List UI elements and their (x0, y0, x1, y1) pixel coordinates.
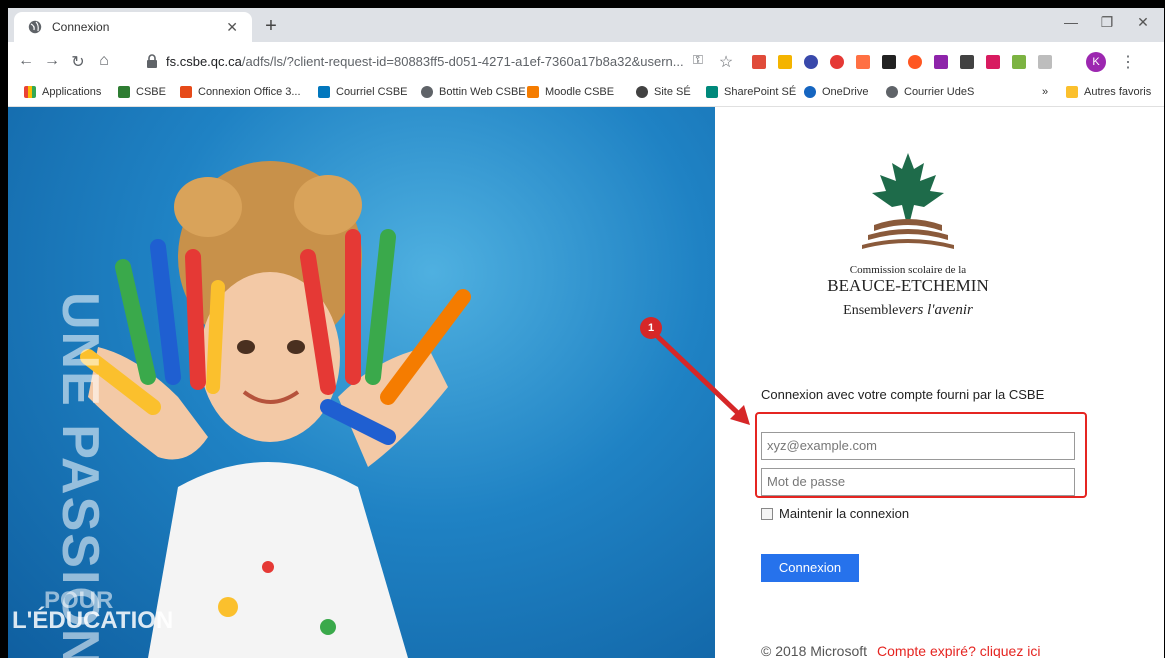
hero-education: L'ÉDUCATION (12, 607, 174, 634)
globe-icon (28, 20, 42, 34)
new-tab-button[interactable]: + (260, 15, 282, 38)
bookmark-item[interactable]: SharePoint SÉ (706, 86, 796, 98)
page-content: UNE PASSION POUR L'ÉDUCATION Commission … (8, 107, 1164, 658)
maple-leaf-book-logo-icon (862, 153, 954, 249)
lock-icon (147, 54, 157, 68)
url-text: fs.csbe.qc.ca/adfs/ls/?client-request-id… (166, 54, 684, 69)
extension-icon[interactable] (856, 55, 870, 69)
bookmark-other-folder[interactable]: Autres favoris (1066, 86, 1151, 98)
extension-icon[interactable] (804, 55, 818, 69)
moodle-icon (527, 86, 539, 98)
bookmark-label: SharePoint SÉ (724, 86, 797, 98)
logo-tagline: Ensemblevers l'avenir (808, 302, 1008, 319)
bookmark-item[interactable]: Courrier UdeS (886, 86, 974, 98)
bookmark-label: OneDrive (822, 86, 869, 98)
bookmark-label: Autres favoris (1084, 86, 1152, 98)
tab-connexion[interactable]: Connexion ✕ (14, 12, 252, 42)
office-icon (180, 86, 192, 98)
expired-account-link[interactable]: Compte expiré? cliquez ici (877, 643, 1040, 658)
bookmark-label: CSBE (136, 86, 166, 98)
key-icon[interactable]: ⚿ (688, 52, 708, 68)
tab-title: Connexion (52, 20, 110, 34)
logo-line2: BEAUCE-ETCHEMIN (827, 276, 989, 295)
bookmark-item[interactable]: Bottin Web CSBE (421, 86, 526, 98)
annotation-arrow-icon (654, 333, 750, 425)
pdf-extension-icon[interactable] (752, 55, 766, 69)
password-field[interactable]: Mot de passe (761, 468, 1075, 496)
forward-button[interactable]: → (42, 52, 62, 70)
extension-icon[interactable] (934, 55, 948, 69)
reload-button[interactable]: ↻ (68, 52, 88, 72)
checkbox-icon[interactable] (761, 507, 773, 520)
bookmark-item[interactable]: CSBE (118, 86, 166, 98)
bookmark-label: Applications (42, 86, 102, 98)
bookmark-apps[interactable]: Applications (24, 86, 101, 98)
logo-line1: Commission scolaire de la (849, 264, 967, 276)
hero-image: UNE PASSION POUR L'ÉDUCATION (8, 107, 715, 658)
bookmark-star-icon[interactable]: ☆ (716, 52, 736, 72)
wordpress-icon (636, 86, 648, 98)
minimize-button[interactable]: — (1056, 14, 1086, 30)
extension-icon[interactable] (986, 55, 1000, 69)
bookmark-label: Courriel CSBE (336, 86, 408, 98)
page-footer: © 2018 Microsoft Compte expiré? cliquez i… (761, 643, 1040, 658)
browser-window: Connexion ✕ + — ❐ ✕ ← → ↻ ⌂ fs.csbe.qc.c… (8, 8, 1164, 658)
onedrive-icon (804, 86, 816, 98)
login-heading: Connexion avec votre compte fourni par l… (761, 387, 1045, 402)
bookmark-label: Bottin Web CSBE (439, 86, 526, 98)
bookmarks-bar: Applications CSBE Connexion Office 3... … (8, 80, 1164, 107)
outlook-icon (318, 86, 330, 98)
extension-icon[interactable] (960, 55, 974, 69)
bookmark-label: Courrier UdeS (904, 86, 975, 98)
csbe-logo: Commission scolaire de la BEAUCE-ETCHEMI… (808, 151, 1008, 318)
bookmark-item[interactable]: Connexion Office 3... (180, 86, 301, 98)
bookmarks-overflow-button[interactable]: » (1042, 86, 1048, 98)
menu-icon[interactable]: ⋮ (1120, 52, 1136, 72)
apps-grid-icon (24, 86, 36, 98)
bookmark-label: Moodle CSBE (545, 86, 615, 98)
overflow-chevron-icon: » (1042, 86, 1049, 98)
bookmark-item[interactable]: Moodle CSBE (527, 86, 614, 98)
globe-icon (421, 86, 433, 98)
bookmark-label: Connexion Office 3... (198, 86, 301, 98)
reading-list-icon[interactable] (1038, 55, 1052, 69)
bookmark-item[interactable]: OneDrive (804, 86, 868, 98)
close-window-button[interactable]: ✕ (1128, 14, 1158, 31)
child-painted-hands-illustration (80, 161, 471, 658)
close-tab-icon[interactable]: ✕ (226, 19, 238, 36)
extension-icon[interactable] (778, 55, 792, 69)
url-path: /adfs/ls/?client-request-id=80883ff5-d05… (241, 53, 684, 69)
email-field[interactable]: xyz@example.com (761, 432, 1075, 460)
extension-icon[interactable] (882, 55, 896, 69)
folder-icon (1066, 86, 1078, 98)
screen: Connexion ✕ + — ❐ ✕ ← → ↻ ⌂ fs.csbe.qc.c… (0, 0, 1165, 658)
copyright-text: © 2018 Microsoft (761, 643, 868, 658)
back-button[interactable]: ← (16, 52, 36, 70)
sign-in-button[interactable]: Connexion (761, 554, 859, 582)
extension-icon[interactable] (908, 55, 922, 69)
bookmark-label: Site SÉ (654, 86, 691, 98)
tab-strip: Connexion ✕ + — ❐ ✕ (8, 8, 1164, 42)
sharepoint-icon (706, 86, 718, 98)
extension-icon[interactable] (830, 55, 844, 69)
keep-signed-in-label: Maintenir la connexion (779, 506, 910, 521)
tagline-part2: vers l'avenir (898, 302, 973, 318)
keep-signed-in-checkbox[interactable]: Maintenir la connexion (761, 506, 909, 521)
tagline-part1: Ensemble (843, 303, 899, 318)
browser-toolbar: ← → ↻ ⌂ fs.csbe.qc.ca/adfs/ls/?client-re… (8, 42, 1164, 80)
bookmark-item[interactable]: Courriel CSBE (318, 86, 408, 98)
home-button[interactable]: ⌂ (94, 52, 114, 70)
url-host: fs.csbe.qc.ca (166, 53, 242, 69)
globe-icon (886, 86, 898, 98)
restore-button[interactable]: ❐ (1092, 14, 1122, 31)
address-bar[interactable]: fs.csbe.qc.ca/adfs/ls/?client-request-id… (138, 47, 758, 75)
bookmark-item[interactable]: Site SÉ (636, 86, 691, 98)
annotation-step-badge: 1 (640, 317, 662, 339)
profile-avatar[interactable]: K (1086, 52, 1106, 72)
csbe-icon (118, 86, 130, 98)
extension-icon[interactable] (1012, 55, 1026, 69)
